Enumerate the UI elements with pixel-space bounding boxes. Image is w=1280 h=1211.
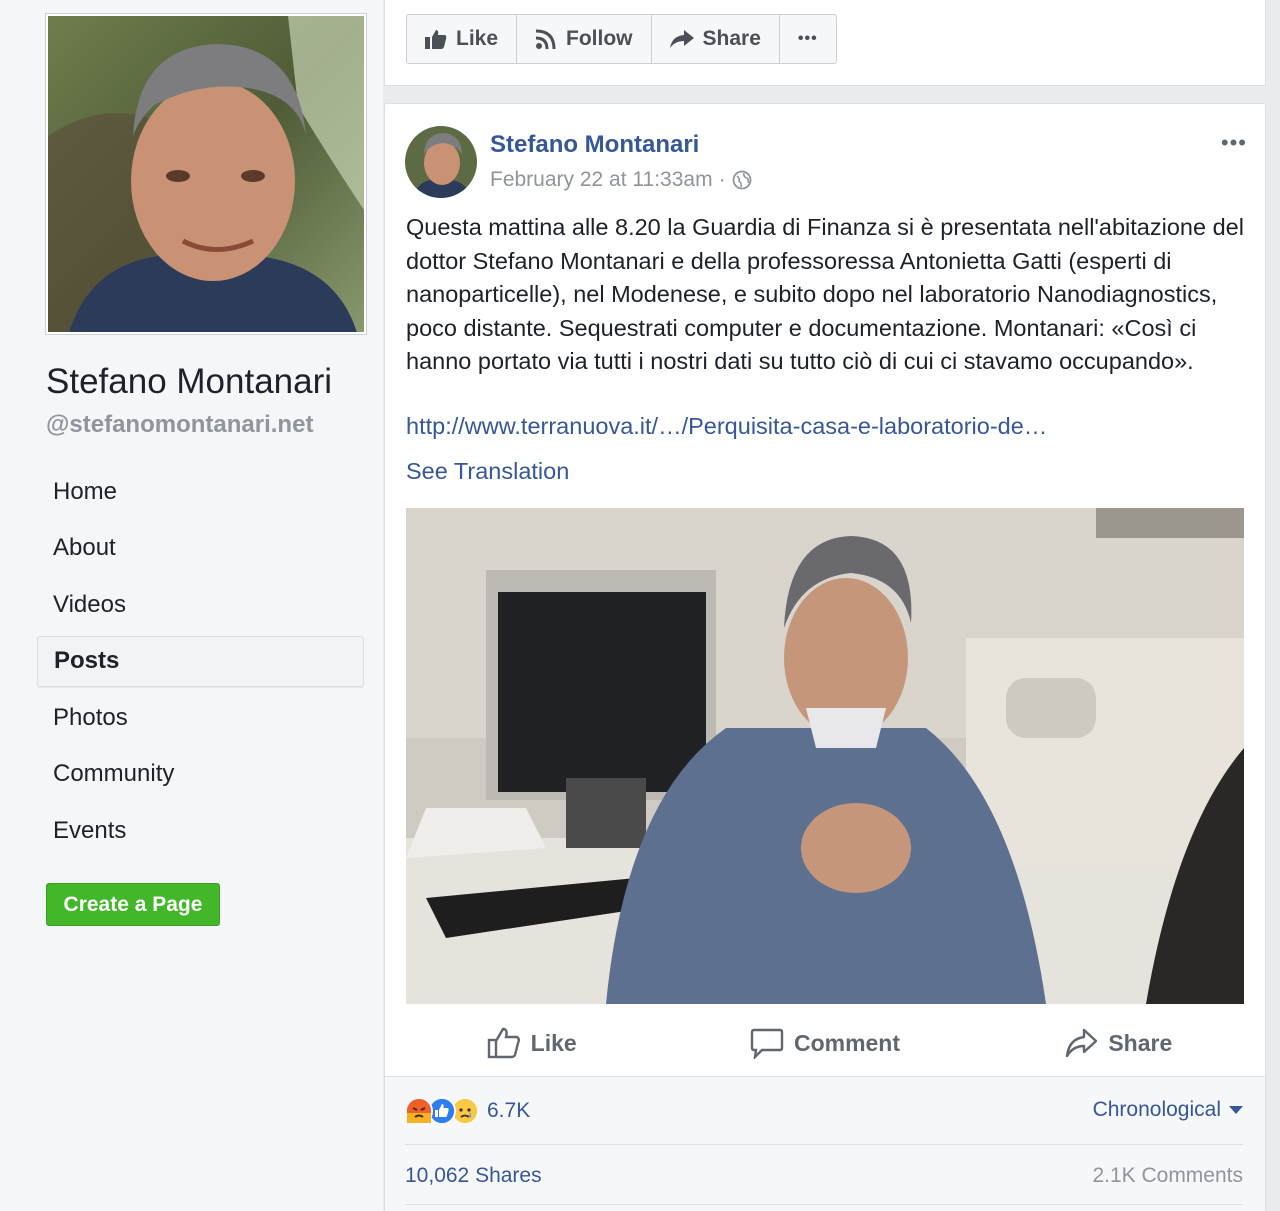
meta-separator: · [718,168,726,191]
video-thumbnail [406,508,1244,1004]
nav-item-videos[interactable]: Videos [37,579,364,630]
nav-item-home[interactable]: Home [37,466,364,517]
reaction-count[interactable]: 6.7K [487,1099,530,1123]
post-author-name[interactable]: Stefano Montanari [490,131,699,159]
share-outline-icon [1066,1028,1098,1058]
avatar-image [405,126,477,198]
page-follow-label: Follow [566,27,633,50]
angry-reaction-icon [405,1097,433,1125]
share-arrow-icon [669,30,694,48]
globe-icon [732,170,751,190]
nav-item-photos[interactable]: Photos [37,692,364,743]
page-nav: Home About Videos Posts Photos Community… [37,466,364,862]
nav-item-community[interactable]: Community [37,749,364,800]
comment-sort-label: Chronological [1092,1098,1221,1121]
post-like-label: Like [530,1029,577,1056]
post-comment-button[interactable]: Comment [678,1027,971,1059]
post-video[interactable] [406,508,1244,1004]
page-share-label: Share [702,27,761,50]
page-like-label: Like [456,27,499,50]
post-timestamp[interactable]: February 22 at 11:33am [490,168,713,192]
caret-down-icon [1229,1106,1243,1114]
nav-item-about[interactable]: About [37,523,364,574]
footer-divider [405,1144,1243,1145]
page-action-bar: Like Follow Share ••• [384,0,1266,86]
page-more-button[interactable]: ••• [780,15,836,63]
post-comment-label: Comment [793,1029,901,1056]
post-action-row: Like Comment Share [385,1010,1265,1076]
profile-picture[interactable] [46,14,366,334]
page-action-buttons: Like Follow Share ••• [406,14,837,64]
reaction-summary[interactable]: 6.7K [405,1097,530,1125]
page-name[interactable]: Stefano Montanari [46,362,332,402]
post-link[interactable]: http://www.terranuova.it/…/Perquisita-ca… [406,413,1047,440]
left-column: Stefano Montanari @stefanomontanari.net … [0,0,383,1211]
thumbs-up-icon [425,30,447,49]
post-share-label: Share [1108,1029,1173,1056]
comments-count[interactable]: 2.1K Comments [1092,1164,1243,1188]
nav-item-posts[interactable]: Posts [37,635,364,687]
post-like-button[interactable]: Like [385,1027,678,1059]
comment-sort-dropdown[interactable]: Chronological [1093,1098,1243,1122]
page-share-button[interactable]: Share [652,15,780,63]
post-footer: 6.7K Chronological 10,062 Shares 2.1K Co… [385,1076,1265,1211]
footer-divider-bottom [405,1204,1243,1205]
author-avatar[interactable] [405,126,477,198]
shares-count[interactable]: 10,062 Shares [405,1164,542,1188]
post-card: Stefano Montanari February 22 at 11:33am… [384,103,1266,1211]
rss-follow-icon [535,29,556,50]
page-follow-button[interactable]: Follow [517,15,652,63]
create-page-button[interactable]: Create a Page [46,883,220,926]
nav-item-events[interactable]: Events [37,805,364,856]
post-options-button[interactable]: ••• [1221,130,1247,156]
like-outline-icon [487,1027,520,1059]
post-share-button[interactable]: Share [972,1028,1265,1058]
profile-photo-image [48,16,364,332]
page-like-button[interactable]: Like [407,15,518,63]
more-dots-icon: ••• [797,30,818,47]
see-translation-link[interactable]: See Translation [406,458,569,485]
post-meta: February 22 at 11:33am · [490,168,752,192]
post-body-text: Questa mattina alle 8.20 la Guardia di F… [406,214,1244,374]
comment-bubble-icon [750,1028,784,1059]
page-handle[interactable]: @stefanomontanari.net [46,411,313,439]
